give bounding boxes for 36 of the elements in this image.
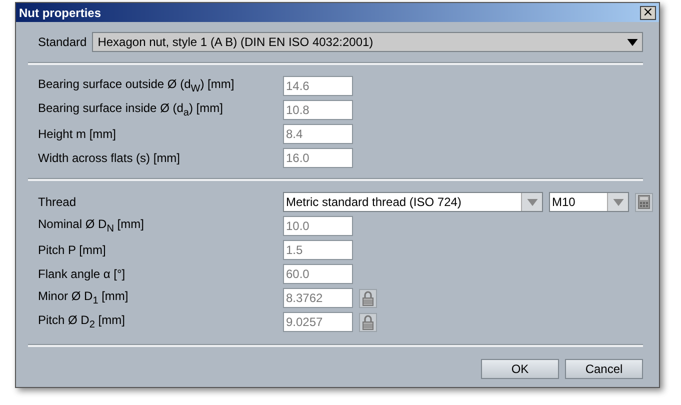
field-label: Standard	[38, 35, 87, 49]
padlock-icon	[362, 290, 374, 306]
input-field[interactable]: 10.8	[283, 100, 353, 120]
caret-icon	[612, 198, 624, 206]
caret-icon	[526, 198, 538, 206]
standard-dropdown[interactable]: Hexagon nut, style 1 (A B) (DIN EN ISO 4032:2001)	[92, 32, 643, 52]
field-label: Bearing surface inside Ø (d$_{a}$) [mm]	[38, 101, 224, 119]
field-label: Bearing surface outside Ø (d$_{W}$) [mm]	[38, 77, 236, 95]
lock-button[interactable]	[359, 288, 377, 308]
input-field[interactable]: 60.0	[283, 264, 353, 284]
caret-icon	[627, 38, 638, 46]
field-label: Pitch Ø D$_{2}$ [mm]	[38, 313, 126, 331]
input-field[interactable]: 10.0	[283, 216, 353, 236]
size-dropdown[interactable]: M10	[549, 192, 629, 212]
input-field[interactable]: 8.3762	[283, 288, 353, 308]
input-field[interactable]: 14.6	[283, 76, 353, 96]
field-label: Thread	[38, 195, 78, 209]
padlock-icon	[362, 314, 374, 330]
cancel-button[interactable]: Cancel	[565, 359, 643, 379]
ok-button[interactable]: OK	[481, 359, 559, 379]
field-label: Minor Ø D$_{1}$ [mm]	[38, 289, 130, 307]
field-label: Width across flats (s) [mm]	[38, 151, 182, 165]
close-button[interactable]: ×	[640, 6, 656, 20]
calculator-button[interactable]	[635, 192, 653, 212]
input-field[interactable]: 16.0	[283, 148, 353, 168]
input-field[interactable]: 9.0257	[283, 312, 353, 332]
input-field[interactable]: 8.4	[283, 124, 353, 144]
field-label: Flank angle α [°]	[38, 267, 126, 281]
thread-dropdown[interactable]: Metric standard thread (ISO 724)	[283, 192, 543, 212]
lock-button[interactable]	[359, 312, 377, 332]
field-label: Nominal Ø D$_{N}$ [mm]	[38, 217, 145, 235]
window-title: Nut properties	[19, 6, 102, 20]
field-label: Pitch P [mm]	[38, 243, 107, 257]
field-label: Height m [mm]	[38, 127, 118, 141]
input-field[interactable]: 1.5	[283, 240, 353, 260]
calculator-icon	[638, 195, 650, 209]
